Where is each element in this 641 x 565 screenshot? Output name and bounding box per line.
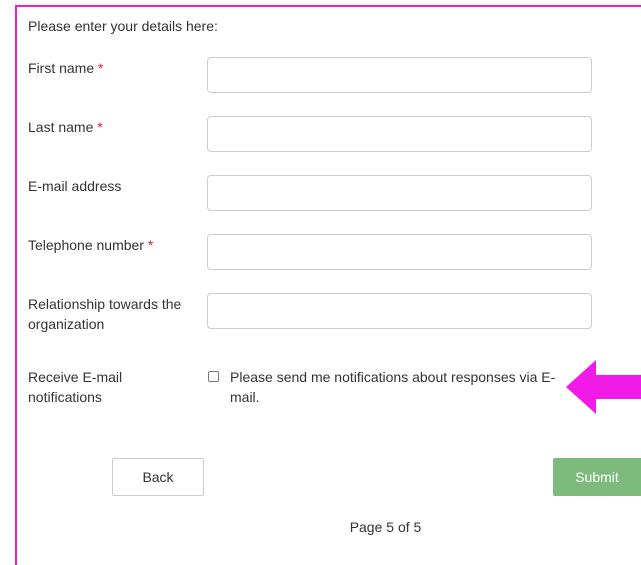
last-name-input[interactable] — [207, 116, 592, 152]
email-input[interactable] — [207, 175, 592, 211]
back-button[interactable]: Back — [112, 458, 204, 496]
submit-button[interactable]: Submit — [553, 458, 641, 496]
form-intro: Please enter your details here: — [28, 18, 218, 34]
email-label-text: E-mail address — [28, 178, 122, 194]
required-marker: * — [98, 60, 104, 76]
page-indicator: Page 5 of 5 — [349, 519, 422, 535]
telephone-input[interactable] — [207, 234, 592, 270]
telephone-label-text: Telephone number — [28, 237, 144, 253]
required-marker: * — [147, 237, 154, 253]
relationship-input[interactable] — [207, 293, 592, 329]
last-name-label-text: Last name — [28, 119, 94, 135]
telephone-label: Telephone number * — [28, 235, 200, 255]
last-name-label: Last name * — [28, 117, 200, 137]
first-name-input[interactable] — [207, 57, 592, 93]
first-name-label: First name * — [28, 58, 200, 78]
required-marker: * — [97, 119, 103, 135]
relationship-label: Relationship towards the organization — [28, 296, 182, 332]
first-name-label-text: First name — [28, 60, 95, 76]
email-label: E-mail address — [28, 176, 200, 196]
pointer-arrow-icon — [566, 360, 641, 414]
notifications-checkbox[interactable] — [208, 371, 219, 382]
notifications-label: Receive E-mail notifications — [28, 369, 123, 405]
notifications-checkbox-label[interactable]: Please send me notifications about respo… — [230, 367, 570, 407]
